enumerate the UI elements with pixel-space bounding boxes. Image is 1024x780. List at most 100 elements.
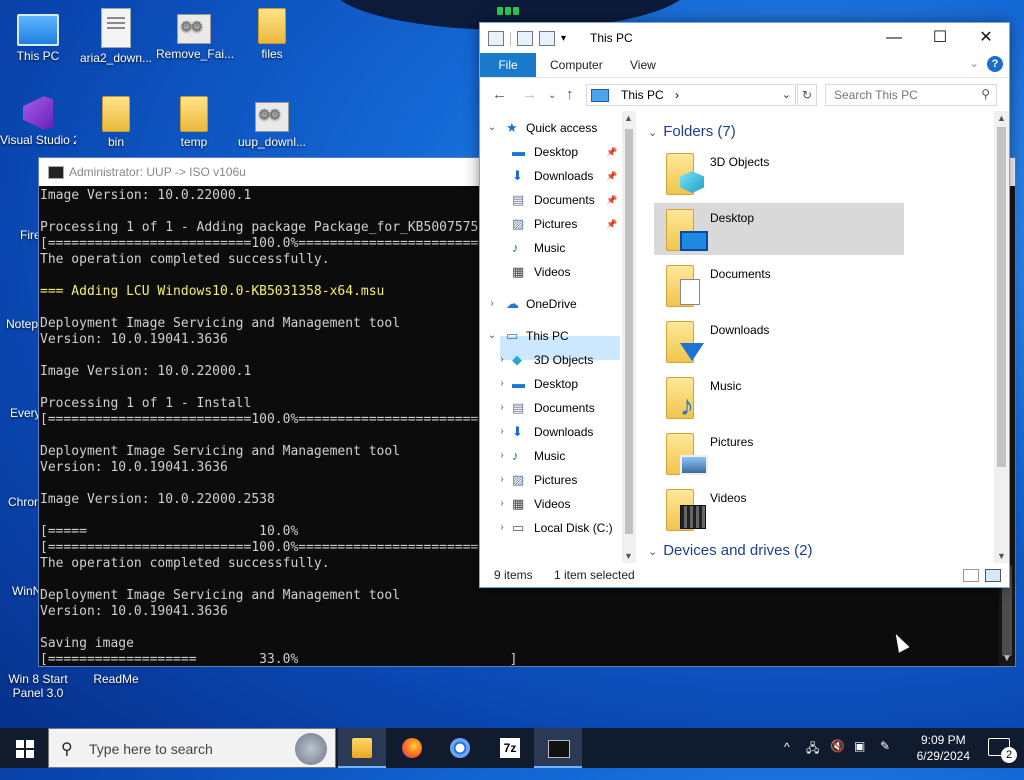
tray-overflow-icon[interactable]: ^ — [784, 740, 790, 780]
tab-file[interactable]: File — [480, 53, 536, 77]
start-button[interactable] — [0, 728, 48, 768]
up-button[interactable]: ↑ — [566, 86, 574, 103]
nav-item-downloads[interactable]: › ⬇ Downloads — [480, 421, 620, 443]
expand-ribbon-icon[interactable]: ⌄ — [969, 56, 979, 70]
folder-videos[interactable]: Videos — [654, 483, 904, 535]
chevron-down-icon[interactable]: ⌄ — [486, 325, 498, 347]
close-button[interactable]: ✕ — [963, 23, 1009, 53]
nav-pane-scrollbar[interactable]: ▲ ▼ — [622, 111, 636, 563]
pen-icon[interactable]: ✎ — [880, 739, 890, 779]
nav-item-videos[interactable]: › ▦ Videos — [480, 493, 620, 515]
taskbar-command-prompt[interactable] — [534, 728, 582, 768]
folder-downloads[interactable]: Downloads — [654, 315, 904, 367]
desktop-icon-uup-download[interactable]: uup_downl... — [234, 96, 310, 149]
refresh-button[interactable]: ↻ — [797, 84, 817, 106]
address-dropdown-icon[interactable]: ⌄ — [782, 88, 791, 101]
chevron-right-icon[interactable]: › — [496, 397, 508, 419]
nav-item-videos[interactable]: ▦ Videos — [480, 261, 620, 283]
taskbar-file-explorer[interactable] — [338, 728, 386, 768]
content-scroll-thumb[interactable] — [997, 127, 1006, 467]
taskbar-search[interactable]: ⚲ Type here to search — [48, 728, 336, 768]
nav-item-pictures[interactable]: › ▨ Pictures — [480, 469, 620, 491]
scroll-up-icon[interactable]: ▲ — [997, 113, 1006, 123]
maximize-button[interactable]: ☐ — [917, 23, 963, 53]
recent-locations-chevron-icon[interactable]: ⌄ — [548, 90, 556, 101]
folder-music[interactable]: ♪ Music — [654, 371, 904, 423]
chevron-right-icon[interactable]: › — [496, 445, 508, 467]
drives-group-header[interactable]: ⌄ Devices and drives (2) — [648, 542, 812, 559]
chevron-right-icon[interactable]: › — [486, 293, 498, 315]
folders-group-header[interactable]: ⌄ Folders (7) — [648, 123, 736, 140]
minimize-button[interactable]: — — [871, 23, 917, 53]
large-icons-view-icon[interactable] — [985, 569, 1001, 582]
search-box[interactable]: Search This PC ⚲ — [825, 84, 997, 106]
address-bar[interactable]: This PC › ⌄ — [586, 84, 796, 106]
desktop-icon-aria2[interactable]: aria2_down... — [78, 8, 154, 65]
desktop-icon-winntsetup-partial[interactable]: WinN — [12, 584, 41, 598]
network-icon[interactable]: 🖧 — [806, 739, 819, 779]
help-icon[interactable]: ? — [987, 56, 1003, 72]
volume-muted-icon[interactable]: 🔇 — [830, 739, 845, 779]
display-icon[interactable]: ▣ — [854, 739, 865, 779]
desktop-icon-temp[interactable]: temp — [156, 96, 232, 149]
details-view-icon[interactable] — [963, 569, 979, 582]
system-clock[interactable]: 9:09 PM 6/29/2024 — [917, 732, 970, 764]
forward-button[interactable]: → — [522, 86, 537, 103]
nav-item-quick-access[interactable]: ⌄ ★ Quick access — [480, 117, 620, 139]
scroll-down-icon[interactable]: ▼ — [1002, 653, 1012, 664]
nav-item-desktop[interactable]: ▬ Desktop 📌 — [480, 141, 620, 163]
nav-item-3d-objects[interactable]: › ◆ 3D Objects — [480, 349, 620, 371]
nav-item-music[interactable]: ♪ Music — [480, 237, 620, 259]
scroll-down-icon[interactable]: ▼ — [624, 551, 633, 561]
chevron-right-icon[interactable]: › — [496, 373, 508, 395]
chevron-down-icon[interactable]: ▾ — [561, 33, 566, 44]
nav-item-pictures[interactable]: ▨ Pictures 📌 — [480, 213, 620, 235]
nav-item-music[interactable]: › ♪ Music — [480, 445, 620, 467]
desktop-icon-remove-fai[interactable]: Remove_Fai... — [156, 8, 234, 61]
nav-item-downloads[interactable]: ⬇ Downloads 📌 — [480, 165, 620, 187]
nav-item-documents[interactable]: › ▤ Documents — [480, 397, 620, 419]
explorer-title-bar[interactable]: ▾ This PC — ☐ ✕ — [480, 23, 1009, 53]
nav-item-onedrive[interactable]: › ☁ OneDrive — [480, 293, 620, 315]
content-pane[interactable]: ⌄ Folders (7) ⌄ Devices and drives (2) 3D … — [638, 111, 994, 563]
desktop-icon-everything-partial[interactable]: Every — [10, 406, 41, 420]
taskbar-chromium[interactable] — [436, 728, 484, 768]
tab-view[interactable]: View — [630, 53, 656, 77]
chevron-right-icon[interactable]: › — [496, 517, 508, 539]
back-button[interactable]: ← — [492, 86, 507, 103]
nav-item-documents[interactable]: ▤ Documents 📌 — [480, 189, 620, 211]
new-folder-icon[interactable] — [539, 31, 555, 46]
nav-scroll-thumb[interactable] — [625, 129, 633, 534]
desktop-icon-visual-studio[interactable]: Visual Studio 20... — [0, 96, 76, 161]
desktop-icon-bin[interactable]: bin — [78, 96, 154, 149]
chevron-down-icon[interactable]: ⌄ — [486, 117, 498, 139]
desktop-icon-chrome-partial[interactable]: Chron — [8, 495, 41, 509]
navigation-pane[interactable]: ⌄ ★ Quick access ▬ Desktop 📌 ⬇ Downloads 📌 ▤ Docum… — [480, 111, 622, 561]
notification-center-button[interactable]: 2 — [988, 738, 1017, 763]
scroll-up-icon[interactable]: ▲ — [624, 113, 633, 123]
chevron-right-icon[interactable]: › — [496, 421, 508, 443]
collapse-chevron-icon[interactable]: ⌄ — [648, 127, 657, 139]
breadcrumb-chevron-icon[interactable]: › — [675, 88, 679, 102]
folder-documents[interactable]: Documents — [654, 259, 904, 311]
content-scrollbar[interactable]: ▲ ▼ — [994, 111, 1009, 563]
properties-icon[interactable] — [517, 31, 533, 46]
tab-computer[interactable]: Computer — [550, 53, 603, 77]
taskbar-7zip[interactable]: 7z — [486, 728, 534, 768]
chevron-right-icon[interactable]: › — [496, 493, 508, 515]
scroll-down-icon[interactable]: ▼ — [997, 551, 1006, 561]
folder-3d-objects[interactable]: 3D Objects — [654, 147, 904, 199]
collapse-chevron-icon[interactable]: ⌄ — [648, 546, 657, 558]
file-explorer-window[interactable]: ▾ This PC — ☐ ✕ File Computer View ⌄ ? ←… — [479, 22, 1010, 588]
chevron-right-icon[interactable]: › — [496, 349, 508, 371]
desktop-icon-notepad-partial[interactable]: Notep — [6, 317, 38, 331]
nav-item-this-pc[interactable]: ⌄ ▭ This PC — [480, 325, 620, 347]
folder-desktop[interactable]: Desktop — [654, 203, 904, 255]
nav-item-desktop[interactable]: › ▬ Desktop — [480, 373, 620, 395]
desktop-icon-files[interactable]: files — [234, 8, 310, 61]
desktop-icon-this-pc[interactable]: This PC — [0, 8, 76, 63]
taskbar-firefox[interactable] — [388, 728, 436, 768]
folder-pictures[interactable]: Pictures — [654, 427, 904, 479]
chevron-right-icon[interactable]: › — [496, 469, 508, 491]
nav-item-local-disk-c[interactable]: › ▭ Local Disk (C:) — [480, 517, 620, 539]
